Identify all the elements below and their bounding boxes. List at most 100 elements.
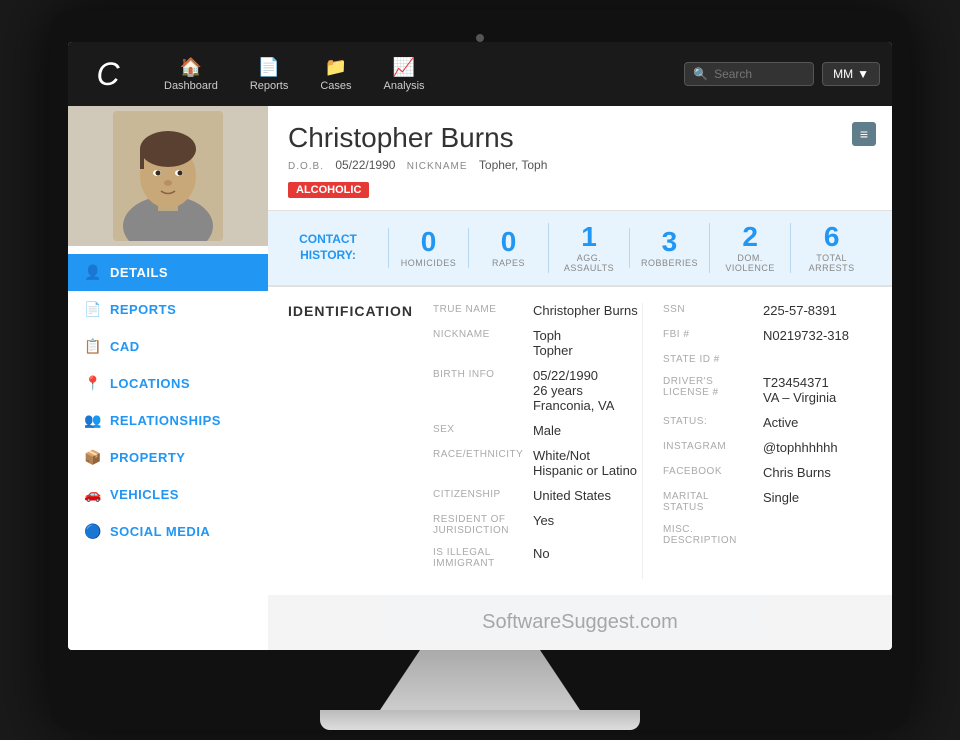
detail-birth-info: BIRTH INFO 05/22/1990 26 years Franconia… (433, 368, 642, 413)
tag-alcoholic: ALCOHOLIC (288, 182, 369, 198)
nav-label-reports: Reports (250, 80, 289, 92)
facebook-key: FACEBOOK (663, 465, 763, 477)
location-icon: 📍 (84, 375, 102, 392)
detail-status: Status: Active (663, 415, 872, 430)
instagram-key: INSTAGRAM (663, 440, 763, 452)
sidebar: 👤 Details 📄 Reports 📋 CAD 📍 Locations (68, 106, 268, 650)
detail-instagram: INSTAGRAM @tophhhhhh (663, 440, 872, 455)
sidebar-item-social-media[interactable]: 🔵 Social Media (68, 513, 268, 550)
homicides-count: 0 (421, 228, 437, 256)
top-nav: C 🏠 Dashboard 📄 Reports 📁 Cases 📈 Analys… (68, 42, 892, 106)
marital-key: MARITAL STATUS (663, 490, 763, 513)
nickname-val: Toph Topher (533, 328, 642, 358)
birth-info-key: BIRTH INFO (433, 368, 533, 380)
profile-menu-button[interactable]: ≡ (852, 122, 876, 146)
identification-layout: IDENTIFICATION TRUE NAME Christopher Bur… (288, 303, 872, 579)
dom-violence-count: 2 (742, 223, 758, 251)
facebook-val: Chris Burns (763, 465, 872, 480)
relationships-icon: 👥 (84, 412, 102, 429)
detail-true-name: TRUE NAME Christopher Burns (433, 303, 642, 318)
user-badge[interactable]: MM ▼ (822, 62, 880, 86)
user-initials: MM (833, 67, 853, 81)
resident-key: RESIDENT OF JURISDICTION (433, 513, 533, 536)
sidebar-label-relationships: Relationships (110, 413, 221, 428)
total-arrests-count: 6 (824, 223, 840, 251)
detail-drivers-license: DRIVER'S LICENSE # T23454371 VA – Virgin… (663, 375, 872, 405)
search-input[interactable] (714, 67, 804, 81)
details-right: SSN 225-57-8391 FBI # N0219732-318 STATE… (642, 303, 872, 579)
nav-item-cases[interactable]: 📁 Cases (304, 49, 367, 100)
drivers-license-val: T23454371 VA – Virginia (763, 375, 872, 405)
ch-stat-agg-assaults: 1 AGG. ASSAULTS (548, 223, 629, 273)
detail-race: RACE/ETHNICITY White/Not Hispanic or Lat… (433, 448, 642, 478)
cad-icon: 📋 (84, 338, 102, 355)
analysis-icon: 📈 (393, 57, 415, 78)
main-area: 👤 Details 📄 Reports 📋 CAD 📍 Locations (68, 106, 892, 650)
dob-value: 05/22/1990 (335, 158, 395, 172)
nav-item-analysis[interactable]: 📈 Analysis (368, 49, 441, 100)
marital-val: Single (763, 490, 872, 505)
drivers-license-key: DRIVER'S LICENSE # (663, 375, 763, 398)
nav-items: 🏠 Dashboard 📄 Reports 📁 Cases 📈 Analysis (148, 49, 441, 100)
sex-key: SEX (433, 423, 533, 435)
search-box[interactable]: 🔍 (684, 62, 814, 86)
nav-label-dashboard: Dashboard (164, 80, 218, 92)
detail-fbi: FBI # N0219732-318 (663, 328, 872, 343)
chevron-down-icon: ▼ (857, 67, 869, 81)
profile-photo (68, 106, 268, 246)
person-image (113, 111, 223, 241)
nickname-label: NICKNAME (407, 161, 468, 172)
vehicles-icon: 🚗 (84, 486, 102, 503)
nav-item-dashboard[interactable]: 🏠 Dashboard (148, 49, 234, 100)
agg-assaults-label: AGG. ASSAULTS (564, 253, 614, 273)
dob-label: D.O.B. (288, 161, 324, 172)
details-left: TRUE NAME Christopher Burns NICKNAME Top… (433, 303, 642, 579)
ssn-key: SSN (663, 303, 763, 315)
ch-stat-rapes: 0 RAPES (468, 228, 548, 268)
true-name-key: TRUE NAME (433, 303, 533, 315)
nickname-value: Topher, Toph (479, 158, 548, 172)
detail-marital: MARITAL STATUS Single (663, 490, 872, 513)
illegal-val: No (533, 546, 642, 561)
sidebar-item-reports[interactable]: 📄 Reports (68, 291, 268, 328)
sidebar-label-locations: Locations (110, 376, 190, 391)
ch-stat-total-arrests: 6 TOTAL ARRESTS (790, 223, 872, 273)
nav-label-analysis: Analysis (384, 80, 425, 92)
detail-state-id: STATE ID # (663, 353, 872, 365)
contact-history-label: CONTACTHISTORY: (288, 232, 368, 263)
sidebar-label-property: Property (110, 450, 186, 465)
monitor-base (320, 710, 640, 730)
monitor-dot (476, 34, 484, 42)
contact-history: CONTACTHISTORY: 0 HOMICIDES 0 RAPES 1 AG… (268, 211, 892, 286)
profile-photo-inner (113, 111, 223, 241)
monitor-screen: C 🏠 Dashboard 📄 Reports 📁 Cases 📈 Analys… (68, 42, 892, 650)
robberies-label: ROBBERIES (641, 258, 698, 268)
total-arrests-label: TOTAL ARRESTS (809, 253, 855, 273)
profile-section: Christopher Burns D.O.B. 05/22/1990 NICK… (268, 106, 892, 287)
sex-val: Male (533, 423, 642, 438)
home-icon: 🏠 (180, 57, 202, 78)
sidebar-item-locations[interactable]: 📍 Locations (68, 365, 268, 402)
state-id-key: STATE ID # (663, 353, 763, 365)
nickname-key: NICKNAME (433, 328, 533, 340)
sidebar-item-details[interactable]: 👤 Details (68, 254, 268, 291)
status-val: Active (763, 415, 872, 430)
sidebar-item-cad[interactable]: 📋 CAD (68, 328, 268, 365)
property-icon: 📦 (84, 449, 102, 466)
ssn-val: 225-57-8391 (763, 303, 872, 318)
detail-citizenship: CITIZENSHIP United States (433, 488, 642, 503)
sidebar-label-details: Details (110, 265, 168, 280)
rapes-count: 0 (501, 228, 517, 256)
detail-nickname: NICKNAME Toph Topher (433, 328, 642, 358)
sidebar-item-relationships[interactable]: 👥 Relationships (68, 402, 268, 439)
ch-stat-robberies: 3 ROBBERIES (629, 228, 709, 268)
sidebar-label-reports: Reports (110, 302, 176, 317)
nav-item-reports[interactable]: 📄 Reports (234, 49, 305, 100)
sidebar-item-vehicles[interactable]: 🚗 Vehicles (68, 476, 268, 513)
sidebar-item-property[interactable]: 📦 Property (68, 439, 268, 476)
birth-info-val: 05/22/1990 26 years Franconia, VA (533, 368, 642, 413)
citizenship-key: CITIZENSHIP (433, 488, 533, 500)
logo[interactable]: C (80, 50, 136, 98)
profile-meta: D.O.B. 05/22/1990 NICKNAME Topher, Toph (288, 158, 872, 172)
sidebar-label-vehicles: Vehicles (110, 487, 179, 502)
